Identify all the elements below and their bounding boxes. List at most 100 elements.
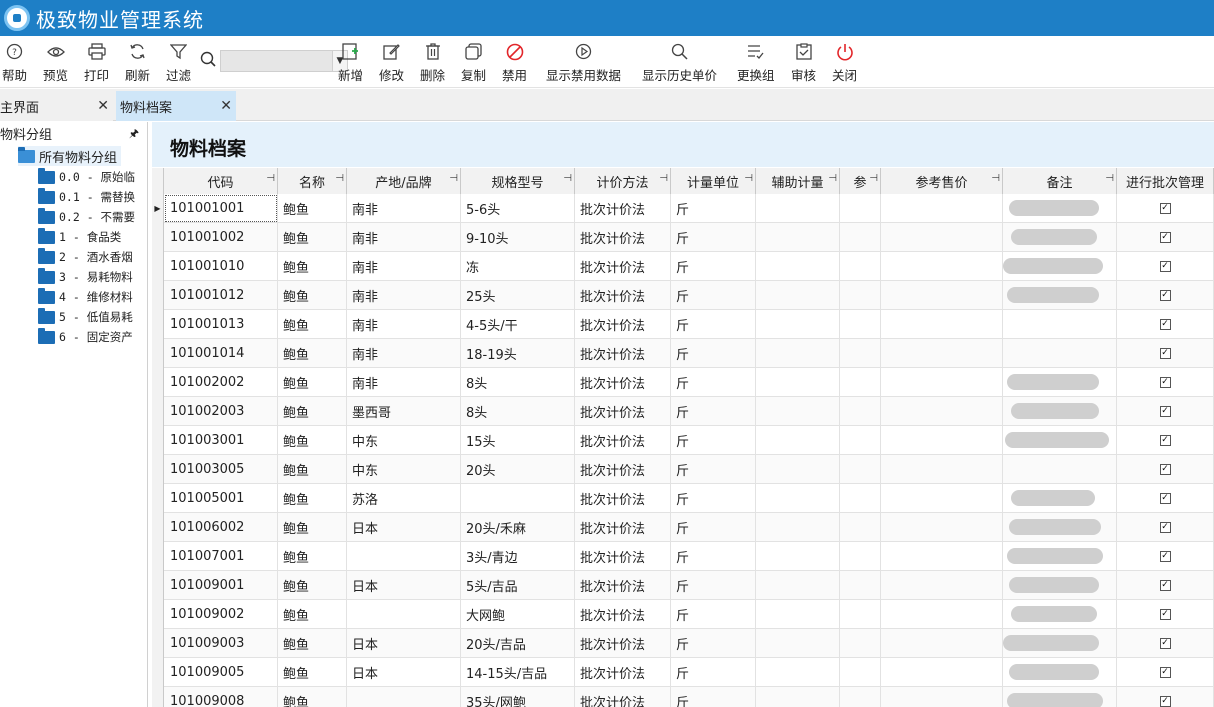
cell-empty[interactable] xyxy=(881,310,1003,339)
batch-checkbox[interactable]: ✓ xyxy=(1159,580,1171,591)
column-header[interactable]: 计价方法 ⊣ xyxy=(575,168,671,194)
pin-icon[interactable]: ⊣ xyxy=(449,173,458,184)
cell-spec[interactable]: 20头/禾麻 xyxy=(461,513,575,542)
cell-empty[interactable] xyxy=(756,310,840,339)
cell-origin[interactable]: 墨西哥 xyxy=(347,397,461,426)
cell-spec[interactable]: 20头 xyxy=(461,455,575,484)
cell-empty[interactable] xyxy=(756,455,840,484)
table-row[interactable]: 101001014 鲍鱼 南非 18-19头 批次计价法斤 ✓ xyxy=(152,339,1214,368)
cell-origin[interactable]: 南非 xyxy=(347,339,461,368)
row-indicator[interactable] xyxy=(152,658,164,687)
cell-empty[interactable] xyxy=(756,571,840,600)
row-indicator[interactable]: ▶ xyxy=(152,194,164,223)
batch-checkbox[interactable]: ✓ xyxy=(1159,435,1171,446)
cell-spec[interactable]: 大网鲍 xyxy=(461,600,575,629)
batch-checkbox[interactable]: ✓ xyxy=(1159,261,1171,272)
cell-note[interactable] xyxy=(1003,687,1117,707)
cell-spec[interactable]: 20头/吉品 xyxy=(461,629,575,658)
pin-icon[interactable]: 🖈 xyxy=(129,125,139,144)
row-indicator[interactable] xyxy=(152,281,164,310)
pin-icon[interactable]: ⊣ xyxy=(828,173,837,184)
preview-button[interactable]: 预览 xyxy=(43,42,68,84)
cell-note[interactable] xyxy=(1003,194,1117,223)
cell-unit[interactable]: 斤 xyxy=(671,542,756,571)
cell-empty[interactable] xyxy=(881,252,1003,281)
cell-spec[interactable]: 4-5头/干 xyxy=(461,310,575,339)
table-row[interactable]: 101002002 鲍鱼 南非 8头 批次计价法斤 ✓ xyxy=(152,368,1214,397)
cell-origin[interactable]: 苏洛 xyxy=(347,484,461,513)
cell-note[interactable] xyxy=(1003,600,1117,629)
table-row[interactable]: 101009005 鲍鱼 日本 14-15头/吉品 批次计价法斤 ✓ xyxy=(152,658,1214,687)
column-header[interactable]: 进行批次管理 xyxy=(1117,168,1214,194)
cell-method[interactable]: 批次计价法 xyxy=(575,571,671,600)
cell-name[interactable]: 鲍鱼 xyxy=(278,629,347,658)
cell-empty[interactable] xyxy=(881,571,1003,600)
cell-empty[interactable] xyxy=(840,223,881,252)
batch-checkbox[interactable]: ✓ xyxy=(1159,522,1171,533)
close-icon[interactable]: ✕ xyxy=(220,98,232,114)
search-input[interactable] xyxy=(220,50,332,72)
cell-name[interactable]: 鲍鱼 xyxy=(278,397,347,426)
filter-button[interactable]: 过滤 xyxy=(166,42,191,84)
change-group-button[interactable]: 更换组 xyxy=(737,42,775,84)
cell-empty[interactable] xyxy=(881,484,1003,513)
tree-item-group[interactable]: 0.0 - 原始临 xyxy=(38,167,135,187)
column-header[interactable]: 规格型号 ⊣ xyxy=(461,168,575,194)
cell-code[interactable]: 101006002 xyxy=(164,513,278,542)
tree-item-group[interactable]: 6 - 固定资产 xyxy=(38,327,133,347)
pin-icon[interactable]: ⊣ xyxy=(659,173,668,184)
cell-empty[interactable] xyxy=(881,397,1003,426)
cell-method[interactable]: 批次计价法 xyxy=(575,658,671,687)
cell-method[interactable]: 批次计价法 xyxy=(575,600,671,629)
cell-unit[interactable]: 斤 xyxy=(671,397,756,426)
row-indicator[interactable] xyxy=(152,600,164,629)
cell-empty[interactable] xyxy=(756,513,840,542)
cell-origin[interactable]: 日本 xyxy=(347,629,461,658)
edit-button[interactable]: 修改 xyxy=(379,42,404,84)
tab-material-archive[interactable]: 物料档案 ✕ xyxy=(116,91,236,121)
cell-empty[interactable] xyxy=(840,310,881,339)
cell-method[interactable]: 批次计价法 xyxy=(575,310,671,339)
cell-spec[interactable]: 14-15头/吉品 xyxy=(461,658,575,687)
cell-empty[interactable] xyxy=(881,368,1003,397)
cell-method[interactable]: 批次计价法 xyxy=(575,252,671,281)
batch-checkbox[interactable]: ✓ xyxy=(1159,377,1171,388)
batch-checkbox[interactable]: ✓ xyxy=(1159,203,1171,214)
cell-empty[interactable] xyxy=(881,223,1003,252)
row-indicator[interactable] xyxy=(152,426,164,455)
table-row[interactable]: 101003001 鲍鱼 中东 15头 批次计价法斤 ✓ xyxy=(152,426,1214,455)
cell-name[interactable]: 鲍鱼 xyxy=(278,368,347,397)
row-indicator[interactable] xyxy=(152,513,164,542)
cell-empty[interactable] xyxy=(840,687,881,707)
cell-empty[interactable] xyxy=(840,455,881,484)
cell-empty[interactable] xyxy=(881,455,1003,484)
cell-code[interactable]: 101007001 xyxy=(164,542,278,571)
cell-origin[interactable]: 南非 xyxy=(347,194,461,223)
cell-origin[interactable]: 南非 xyxy=(347,252,461,281)
cell-unit[interactable]: 斤 xyxy=(671,513,756,542)
cell-method[interactable]: 批次计价法 xyxy=(575,455,671,484)
cell-unit[interactable]: 斤 xyxy=(671,339,756,368)
cell-code[interactable]: 101005001 xyxy=(164,484,278,513)
delete-button[interactable]: 删除 xyxy=(420,42,445,84)
cell-note[interactable] xyxy=(1003,513,1117,542)
audit-button[interactable]: 审核 xyxy=(791,42,816,84)
table-row[interactable]: 101009003 鲍鱼 日本 20头/吉品 批次计价法斤 ✓ xyxy=(152,629,1214,658)
cell-code[interactable]: 101001014 xyxy=(164,339,278,368)
cell-spec[interactable]: 8头 xyxy=(461,368,575,397)
column-header[interactable]: 代码 ⊣ xyxy=(164,168,278,194)
cell-empty[interactable] xyxy=(756,194,840,223)
pin-icon[interactable]: ⊣ xyxy=(335,173,344,184)
cell-method[interactable]: 批次计价法 xyxy=(575,281,671,310)
cell-empty[interactable] xyxy=(881,600,1003,629)
cell-method[interactable]: 批次计价法 xyxy=(575,194,671,223)
cell-spec[interactable]: 8头 xyxy=(461,397,575,426)
row-indicator[interactable] xyxy=(152,252,164,281)
table-row[interactable]: 101001002 鲍鱼 南非 9-10头 批次计价法斤 ✓ xyxy=(152,223,1214,252)
cell-code[interactable]: 101001013 xyxy=(164,310,278,339)
cell-name[interactable]: 鲍鱼 xyxy=(278,600,347,629)
cell-origin[interactable]: 南非 xyxy=(347,310,461,339)
cell-empty[interactable] xyxy=(756,397,840,426)
cell-origin[interactable]: 南非 xyxy=(347,281,461,310)
cell-name[interactable]: 鲍鱼 xyxy=(278,426,347,455)
